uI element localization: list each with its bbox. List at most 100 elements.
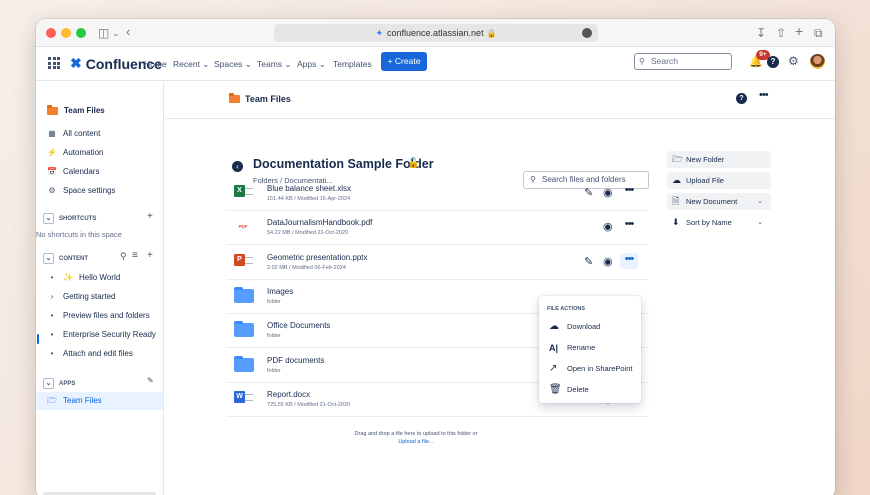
calendar-icon: 📅 <box>47 167 57 176</box>
content-item-preview-files[interactable]: • Preview files and folders <box>36 307 163 325</box>
sidebar-item-space-settings[interactable]: ⚙ Space settings <box>36 182 163 200</box>
menu-item-download[interactable]: ☁ Download <box>539 318 641 336</box>
bullet-icon: • <box>50 311 54 320</box>
file-name[interactable]: Geometric presentation.pptx <box>267 253 368 262</box>
nav-apps[interactable]: Apps ⌄ <box>297 59 326 70</box>
menu-item-open-in-sharepoint[interactable]: ↗ Open in SharePoint <box>539 360 641 378</box>
new-folder-icon: 🗁 <box>672 154 684 164</box>
new-folder-button[interactable]: 🗁 New Folder <box>667 151 771 168</box>
confluence-favicon-icon: ✦ <box>375 28 383 38</box>
help-icon[interactable]: ? <box>736 93 747 104</box>
add-shortcut-icon[interactable]: + <box>147 211 153 222</box>
content-item-enterprise-security[interactable]: • Enterprise Security Ready <box>36 326 163 344</box>
edit-pencil-icon[interactable]: ✎ <box>584 255 593 269</box>
cloud-download-icon: ☁ <box>549 321 559 332</box>
eye-icon[interactable]: ◉ <box>603 255 613 269</box>
address-bar[interactable]: ✦ confluence.atlassian.net 🔒 <box>274 24 598 42</box>
sidebar-item-label: All content <box>63 129 101 138</box>
file-name[interactable]: Blue balance sheet.xlsx <box>267 184 351 193</box>
drop-zone[interactable]: Drag and drop a file here to upload to t… <box>296 430 536 446</box>
upload-file-link[interactable]: Upload a file... <box>296 438 536 446</box>
create-button[interactable]: + Create <box>381 52 427 71</box>
nav-recent[interactable]: Recent ⌄ <box>173 59 209 70</box>
search-icon[interactable]: ⚲ <box>120 251 127 262</box>
space-folder-icon <box>47 105 58 115</box>
space-header-title-text: Team Files <box>245 94 291 104</box>
bullet-icon: • <box>50 349 54 358</box>
file-row-pptx[interactable]: P Geometric presentation.pptx 2.02 MB / … <box>226 246 648 280</box>
lock-icon: 🔒 <box>486 29 497 38</box>
sort-button[interactable]: ⬇ Sort by Name ⌄ <box>667 214 771 231</box>
avatar[interactable] <box>810 54 825 69</box>
extension-icon[interactable] <box>582 28 592 38</box>
menu-item-rename[interactable]: A| Rename <box>539 339 641 357</box>
new-tab-icon[interactable]: + <box>795 23 803 39</box>
more-actions-icon[interactable]: ••• <box>620 218 638 234</box>
maximize-window-button[interactable] <box>76 28 86 38</box>
unlock-icon[interactable]: 🔓 <box>407 158 419 169</box>
more-options-icon[interactable]: ••• <box>759 89 769 101</box>
chevron-down-icon[interactable]: ⌄ <box>43 378 54 389</box>
chevron-down-icon: ⌄ <box>757 219 763 226</box>
filter-icon[interactable]: ≡ <box>132 250 138 261</box>
content-section-header[interactable]: ⌄ CONTENT <box>43 253 88 264</box>
file-name[interactable]: DataJournalismHandbook.pdf <box>267 218 372 227</box>
apps-section-header[interactable]: ⌄ APPS <box>43 378 75 389</box>
chevron-right-icon: › <box>50 292 54 301</box>
space-title-text: Team Files <box>64 106 105 115</box>
more-actions-icon[interactable]: ••• <box>620 184 638 200</box>
menu-item-label: Delete <box>567 385 589 394</box>
eye-icon[interactable]: ◉ <box>603 220 613 234</box>
search-input[interactable]: ⚲ Search <box>634 53 732 70</box>
nav-spaces[interactable]: Spaces ⌄ <box>214 59 252 70</box>
nav-templates[interactable]: Templates <box>333 59 372 69</box>
chevron-down-icon[interactable]: ⌄ <box>43 213 54 224</box>
sidebar-space-title[interactable]: Team Files <box>36 102 163 120</box>
new-document-button[interactable]: 🗎 New Document ⌄ <box>667 193 771 210</box>
confluence-mark-icon: ✖ <box>70 55 82 71</box>
content-item-attach-edit[interactable]: • Attach and edit files <box>36 345 163 363</box>
settings-icon[interactable]: ⚙ <box>788 54 799 68</box>
edit-pencil-icon[interactable]: ✎ <box>584 186 593 200</box>
folder-name[interactable]: Images <box>267 287 293 296</box>
content-item-hello-world[interactable]: • ✨ Hello World <box>36 269 163 287</box>
app-switcher-icon[interactable] <box>48 57 60 69</box>
sidebar-item-label: Space settings <box>63 186 116 195</box>
eye-icon[interactable]: ◉ <box>603 186 613 200</box>
nav-home[interactable]: Home <box>144 59 167 69</box>
upload-file-button[interactable]: ☁ Upload File <box>667 172 771 189</box>
add-content-icon[interactable]: + <box>147 250 153 261</box>
cloud-upload-icon: ☁ <box>672 175 681 185</box>
share-icon[interactable]: ⇧ <box>776 25 786 41</box>
external-link-icon: ↗ <box>549 363 558 374</box>
file-meta: 54.22 MB / Modified 21-Oct-2020 <box>267 230 349 236</box>
nav-teams[interactable]: Teams ⌄ <box>257 59 292 70</box>
download-icon[interactable]: ↧ <box>756 25 766 41</box>
folder-name[interactable]: Office Documents <box>267 321 330 330</box>
shortcuts-section-header[interactable]: ⌄ SHORTCUTS <box>43 213 96 224</box>
file-row-pdf[interactable]: PDF DataJournalismHandbook.pdf 54.22 MB … <box>226 211 648 245</box>
sidebar-toggle-icon[interactable]: ◫ <box>98 25 109 41</box>
content-item-getting-started[interactable]: › Getting started <box>36 288 163 306</box>
edit-pencil-icon[interactable]: ✎ <box>147 376 154 385</box>
browser-toolbar: ◫ ⌄ ‹ ✦ confluence.atlassian.net 🔒 ↧ ⇧ + ⧉ <box>36 19 835 47</box>
file-name[interactable]: Report.docx <box>267 390 310 399</box>
sidebar-item-team-files[interactable]: 🗁 Team Files <box>36 392 163 410</box>
section-label: SHORTCUTS <box>59 215 97 222</box>
file-row-xlsx[interactable]: X Blue balance sheet.xlsx 151.44 KB / Mo… <box>226 177 648 211</box>
back-icon[interactable]: ‹ <box>126 24 130 40</box>
back-arrow-icon[interactable]: ‹ <box>232 161 243 172</box>
sidebar-item-calendars[interactable]: 📅 Calendars <box>36 163 163 181</box>
url-text: confluence.atlassian.net <box>387 28 484 38</box>
tabs-overview-icon[interactable]: ⧉ <box>814 25 823 41</box>
chevron-down-icon[interactable]: ⌄ <box>112 25 120 41</box>
help-icon[interactable]: ? <box>767 56 779 68</box>
sidebar-item-automation[interactable]: ⚡ Automation <box>36 144 163 162</box>
close-window-button[interactable] <box>46 28 56 38</box>
more-actions-icon[interactable]: ••• <box>620 253 638 269</box>
minimize-window-button[interactable] <box>61 28 71 38</box>
sidebar-item-all-content[interactable]: ▦ All content <box>36 125 163 143</box>
menu-item-delete[interactable]: 🗑 Delete <box>539 381 641 399</box>
chevron-down-icon[interactable]: ⌄ <box>43 253 54 264</box>
folder-name[interactable]: PDF documents <box>267 356 324 365</box>
